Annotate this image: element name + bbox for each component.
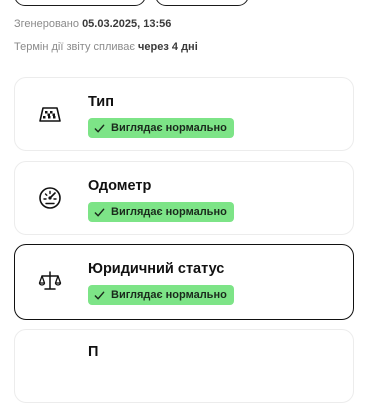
generated-date: Згенеровано 05.03.2025, 13:56 — [14, 18, 171, 30]
check-card-type[interactable]: Тип Виглядає нормально — [14, 77, 354, 151]
check-title: Юридичний статус — [88, 261, 225, 277]
check-icon — [94, 208, 105, 216]
status-badge: Виглядає нормально — [88, 202, 234, 222]
taxi-icon — [37, 101, 63, 127]
status-text: Виглядає нормально — [111, 122, 227, 134]
check-title: П — [88, 344, 99, 360]
check-card-odometer[interactable]: Одометр Виглядає нормально — [14, 161, 354, 235]
odometer-icon — [37, 185, 63, 211]
status-text: Виглядає нормально — [111, 289, 227, 301]
check-icon — [94, 124, 105, 132]
expiry-value: через 4 дні — [138, 41, 198, 53]
status-badge: Виглядає нормально — [88, 118, 234, 138]
generated-value: 05.03.2025, 13:56 — [82, 18, 172, 30]
top-action-button-left[interactable] — [14, 0, 146, 6]
top-action-button-right[interactable] — [155, 0, 249, 6]
scales-icon — [37, 268, 63, 294]
status-badge: Виглядає нормально — [88, 285, 234, 305]
check-title: Одометр — [88, 178, 152, 194]
expiry-label: Термін дії звіту спливає — [14, 41, 135, 53]
check-title: Тип — [88, 94, 114, 110]
check-card-legal-status[interactable]: Юридичний статус Виглядає нормально — [14, 244, 354, 320]
check-icon — [94, 291, 105, 299]
report-expiry: Термін дії звіту спливає через 4 дні — [14, 41, 198, 53]
generated-label: Згенеровано — [14, 18, 79, 30]
status-text: Виглядає нормально — [111, 206, 227, 218]
check-card-partial[interactable]: П — [14, 329, 354, 403]
